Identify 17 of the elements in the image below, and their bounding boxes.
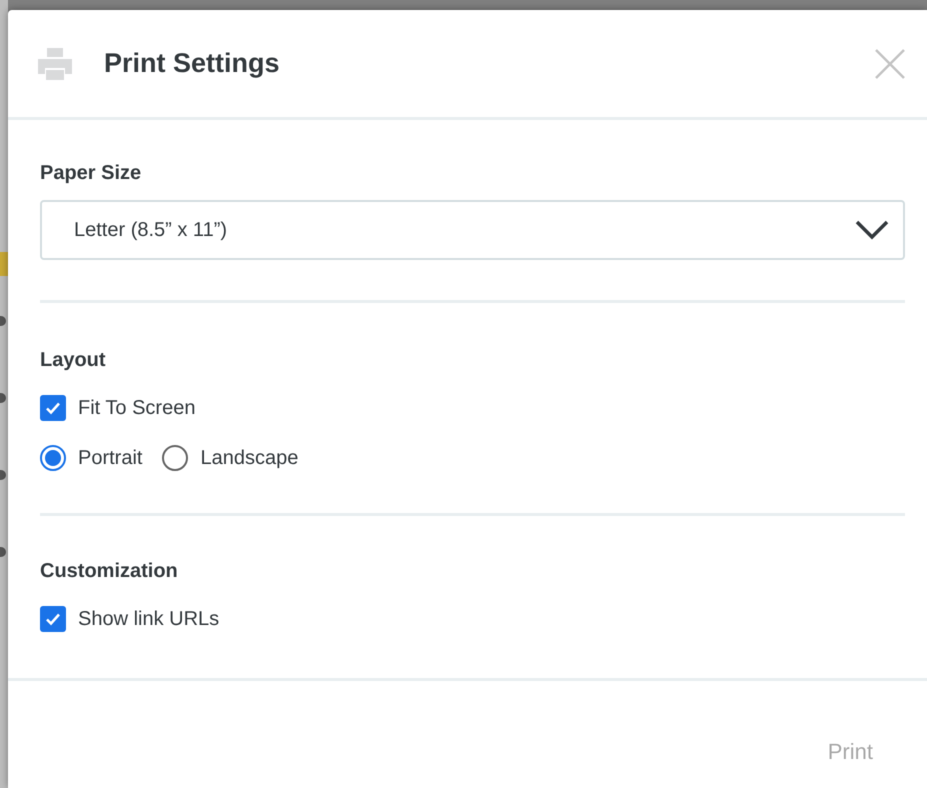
paper-size-dropdown[interactable]: Letter (8.5” x 11”) <box>40 200 905 260</box>
section-label: Layout <box>40 348 107 373</box>
printer-icon <box>38 48 72 80</box>
section-label: Customization <box>40 559 179 584</box>
radio-label: Landscape <box>200 446 298 471</box>
radio-button[interactable] <box>40 445 66 471</box>
dialog-title: Print Settings <box>104 47 280 80</box>
radio-button[interactable] <box>162 445 188 471</box>
chevron-down-icon <box>855 220 889 240</box>
checkbox[interactable] <box>40 395 66 421</box>
checkbox-label: Show link URLs <box>78 607 220 632</box>
checkbox-label: Fit To Screen <box>78 396 196 421</box>
radio-label: Portrait <box>78 446 142 471</box>
highlight-bar <box>0 252 8 276</box>
checkbox[interactable] <box>40 606 66 632</box>
section-label: Paper Size <box>40 161 142 186</box>
close-icon <box>875 48 905 78</box>
